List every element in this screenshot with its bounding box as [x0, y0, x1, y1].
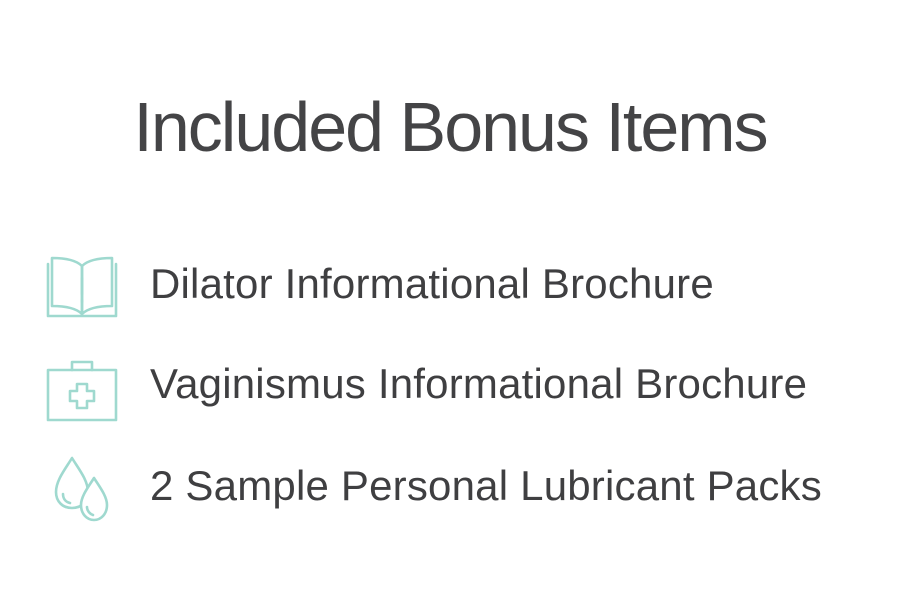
list-item-vaginismus-brochure: Vaginismus Informational Brochure [0, 344, 900, 424]
list-item-lubricant-packs: 2 Sample Personal Lubricant Packs [0, 446, 900, 526]
list-item-dilator-brochure: Dilator Informational Brochure [0, 244, 900, 324]
item-label: Vaginismus Informational Brochure [150, 360, 808, 407]
item-label: Dilator Informational Brochure [150, 260, 714, 307]
open-book-icon [44, 250, 120, 326]
first-aid-kit-icon [44, 350, 120, 426]
page-title: Included Bonus Items [133, 88, 768, 166]
water-drops-icon [44, 452, 120, 528]
item-label: 2 Sample Personal Lubricant Packs [150, 462, 822, 509]
bonus-items-panel: Included Bonus Items Dilator Information… [0, 0, 900, 600]
